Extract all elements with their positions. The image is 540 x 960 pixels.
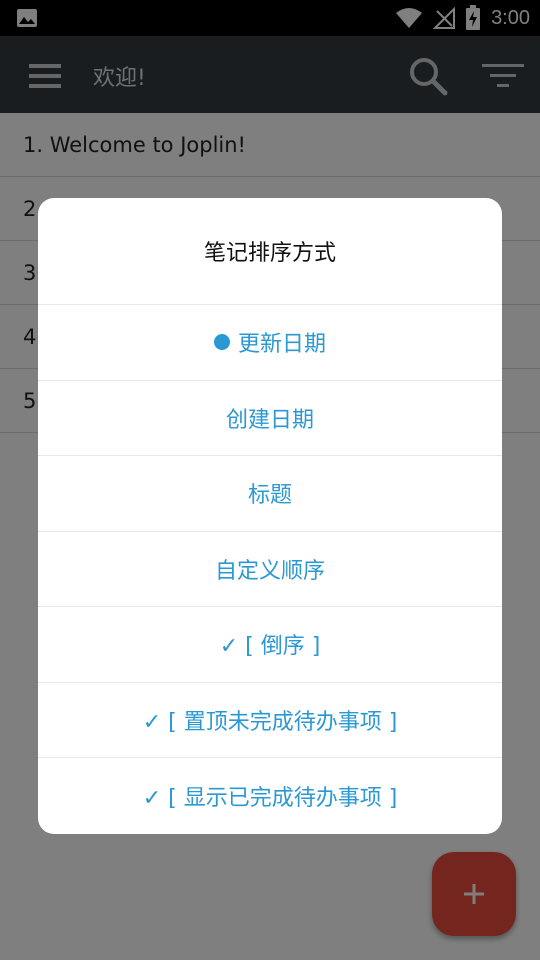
option-label: ✓ [ 置顶未完成待办事项 ] xyxy=(142,709,398,735)
selected-radio-icon xyxy=(213,334,230,351)
option-label: 自定义顺序 xyxy=(214,558,325,584)
sort-option-updated-date[interactable]: 更新日期 xyxy=(38,305,502,381)
option-label: 更新日期 xyxy=(237,332,326,358)
option-label: ✓ [ 显示已完成待办事项 ] xyxy=(142,785,398,811)
option-label: 标题 xyxy=(247,483,292,509)
toggle-uncompleted-todos-on-top[interactable]: ✓ [ 置顶未完成待办事项 ] xyxy=(38,683,502,758)
dialog-title: 笔记排序方式 xyxy=(38,198,502,305)
toggle-reverse-order[interactable]: ✓ [ 倒序 ] xyxy=(38,607,502,683)
sort-option-created-date[interactable]: 创建日期 xyxy=(38,381,502,456)
toggle-show-completed-todos[interactable]: ✓ [ 显示已完成待办事项 ] xyxy=(38,758,502,834)
sort-option-custom-order[interactable]: 自定义顺序 xyxy=(38,532,502,607)
sort-notes-dialog: 笔记排序方式 更新日期 创建日期 标题 自定义顺序 ✓ [ 倒序 ] ✓ [ 置… xyxy=(38,198,502,834)
option-label: ✓ [ 倒序 ] xyxy=(219,634,321,660)
sort-option-title[interactable]: 标题 xyxy=(38,456,502,532)
option-label: 创建日期 xyxy=(225,407,314,433)
